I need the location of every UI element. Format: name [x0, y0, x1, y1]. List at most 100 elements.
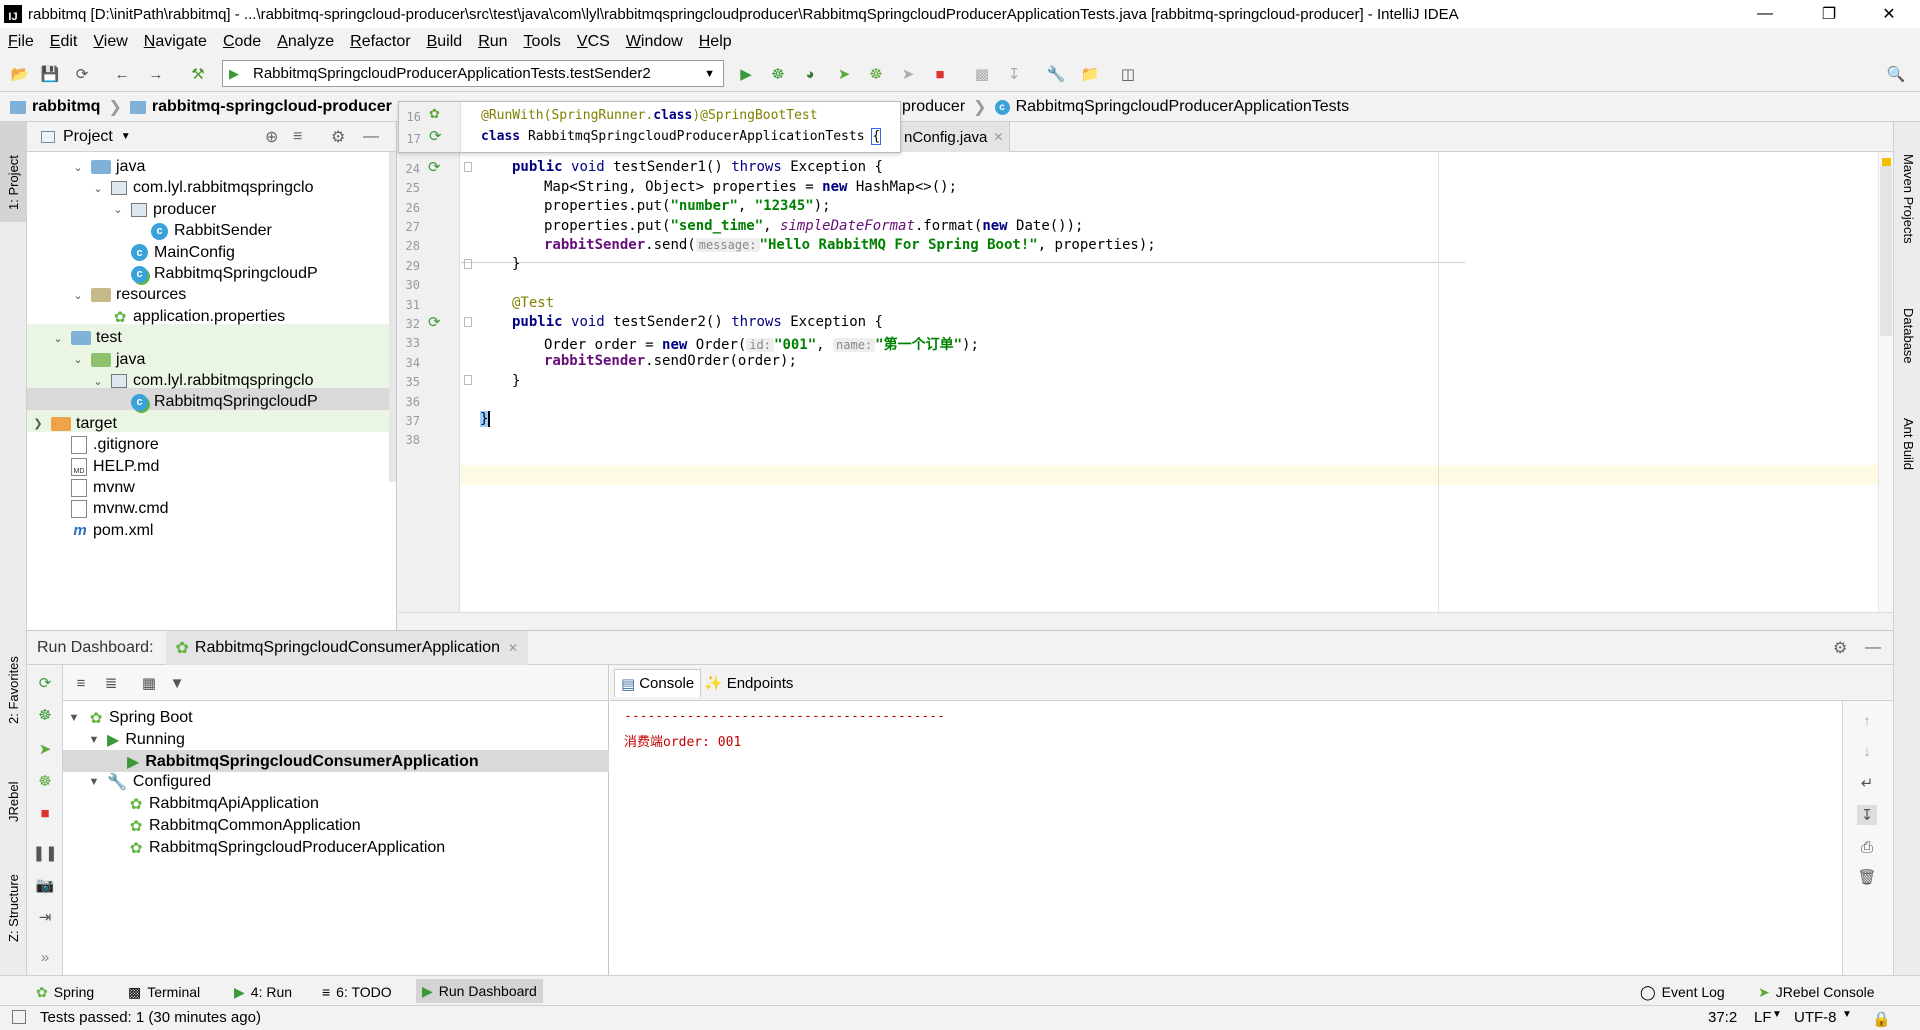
run-dashboard-tab[interactable]: ✿ RabbitmqSpringcloudConsumerApplication…	[165, 630, 529, 665]
code-line-29[interactable]: }	[512, 256, 520, 272]
chevron-down-icon[interactable]: ⌄	[71, 353, 85, 366]
chevron-down-icon[interactable]: ⌄	[71, 289, 85, 302]
jrebel-console-button[interactable]: ➤ JRebel Console	[1758, 981, 1875, 1003]
code-line-28[interactable]: rabbitSender.send(message: "Hello RabbitM…	[544, 237, 1156, 253]
print-icon[interactable]: ⎙	[1857, 837, 1877, 857]
exit-icon[interactable]: ⇥	[35, 907, 55, 927]
run-test-gutter-icon[interactable]: ⟳	[428, 313, 441, 331]
status-message[interactable]: Tests passed: 1 (30 minutes ago)	[40, 1009, 261, 1026]
attach-icon[interactable]: ➤	[898, 64, 918, 84]
download-icon[interactable]: ↧	[1004, 64, 1024, 84]
editor-scroll-thumb[interactable]	[1880, 166, 1892, 336]
code-line-37[interactable]: }	[480, 411, 491, 427]
settings-wrench-icon[interactable]: 🔧	[1046, 64, 1066, 84]
run-tool-button[interactable]: ▶ 4: Run	[234, 981, 292, 1003]
group-icon[interactable]: ▦	[139, 673, 159, 693]
project-view-select[interactable]: Project	[63, 128, 113, 146]
breadcrumb-root[interactable]: rabbitmq	[32, 98, 100, 116]
tab-endpoints[interactable]: ✨ Endpoints	[698, 669, 799, 697]
coverage-icon[interactable]: ◕	[800, 64, 820, 84]
breadcrumb-tail-class[interactable]: RabbitmqSpringcloudProducerApplicationTe…	[1016, 98, 1350, 116]
run-icon[interactable]: ▶	[736, 64, 756, 84]
project-tree-item[interactable]: c RabbitmqSpringcloudP	[111, 389, 318, 415]
project-tree-item[interactable]: m pom.xml	[51, 518, 153, 544]
code-line-32[interactable]: public void testSender2() throws Excepti…	[512, 314, 883, 330]
camera-icon[interactable]: 📷	[35, 875, 55, 895]
jrebel-debug-icon[interactable]: ☸	[866, 64, 886, 84]
tab-console[interactable]: ▤ Console	[614, 669, 702, 697]
sdk-icon[interactable]: ◫	[1118, 64, 1138, 84]
menu-view[interactable]: View	[93, 33, 127, 51]
menu-vcs[interactable]: VCS	[577, 33, 610, 51]
file-encoding[interactable]: UTF-8	[1794, 1009, 1837, 1026]
todo-tool-button[interactable]: ≡ 6: TODO	[322, 981, 392, 1003]
menu-run[interactable]: Run	[478, 33, 507, 51]
breadcrumb-module[interactable]: rabbitmq-springcloud-producer	[152, 98, 392, 116]
chevron-down-icon[interactable]: ⌄	[71, 161, 85, 174]
save-icon[interactable]: 💾	[40, 64, 60, 84]
hide-panel-icon[interactable]: —	[363, 128, 379, 146]
breadcrumb-tail-module[interactable]: producer	[902, 98, 965, 116]
close-tab-icon[interactable]: ✕	[508, 641, 518, 655]
event-log-button[interactable]: ◯ Event Log	[1640, 981, 1725, 1003]
line-separator[interactable]: LF	[1754, 1009, 1772, 1026]
filter-icon[interactable]: ▼	[167, 673, 187, 693]
code-line-31[interactable]: @Test	[512, 295, 554, 311]
expand-all-icon[interactable]: ≡	[71, 673, 91, 693]
chevron-right-icon[interactable]: ❯	[31, 417, 45, 430]
database-stripe-button[interactable]: Database	[1901, 308, 1916, 364]
sync-icon[interactable]: ⟳	[72, 64, 92, 84]
menu-file[interactable]: File	[8, 33, 34, 51]
soft-wrap-icon[interactable]: ↵	[1857, 773, 1877, 793]
collapse-all-icon[interactable]: ≡	[293, 128, 302, 146]
stop-icon[interactable]: ■	[35, 803, 55, 823]
structure-stripe-button[interactable]: Z: Structure	[6, 874, 21, 942]
chevron-down-icon[interactable]: ⌄	[51, 332, 65, 345]
jrebel-stripe-button[interactable]: JRebel	[6, 782, 21, 822]
tool-windows-icon[interactable]	[12, 1010, 26, 1024]
open-folder-icon[interactable]: 📂	[10, 64, 30, 84]
chevron-down-icon[interactable]: ⌄	[91, 182, 105, 195]
code-line-35[interactable]: }	[512, 373, 520, 389]
forward-icon[interactable]: →	[146, 64, 166, 84]
down-arrow-icon[interactable]: ↓	[1857, 741, 1877, 761]
run-test-gutter-icon[interactable]: ⟳	[428, 158, 441, 176]
debug-icon[interactable]: ☸	[768, 64, 788, 84]
menu-window[interactable]: Window	[626, 33, 683, 51]
code-line-34[interactable]: rabbitSender.sendOrder(order);	[544, 353, 797, 369]
run-configuration-select[interactable]: ▶ RabbitmqSpringcloudProducerApplication…	[222, 60, 724, 87]
menu-help[interactable]: Help	[699, 33, 732, 51]
project-stripe-button[interactable]: 1: Project	[0, 122, 26, 222]
back-icon[interactable]: ←	[112, 64, 132, 84]
favorites-stripe-button[interactable]: 2: Favorites	[6, 656, 21, 724]
code-line-26[interactable]: properties.put("number", "12345");	[544, 198, 831, 214]
fold-marker[interactable]	[464, 375, 472, 385]
menu-tools[interactable]: Tools	[524, 33, 561, 51]
run-dashboard-tool-button[interactable]: ▶ Run Dashboard	[416, 979, 543, 1003]
fold-marker[interactable]	[464, 162, 472, 172]
scroll-to-end-icon[interactable]: ↧	[1857, 805, 1877, 825]
collapse-all-icon[interactable]: ≣	[101, 673, 121, 693]
pause-icon[interactable]: ❚❚	[32, 843, 57, 863]
vcs-icon[interactable]: ▩	[972, 64, 992, 84]
menu-refactor[interactable]: Refactor	[350, 33, 410, 51]
jrebel-run-icon[interactable]: ➤	[35, 739, 55, 759]
fold-marker[interactable]	[464, 317, 472, 327]
chevron-down-icon[interactable]: ▼	[121, 131, 131, 142]
menu-code[interactable]: Code	[223, 33, 261, 51]
editor-tab-mainconfig[interactable]: nConfig.java ✕	[898, 122, 1011, 152]
lock-icon[interactable]: 🔒	[1872, 1010, 1891, 1028]
chevron-down-icon[interactable]: ⌄	[91, 375, 105, 388]
maven-projects-stripe-button[interactable]: Maven Projects	[1901, 154, 1916, 244]
build-hammer-icon[interactable]: ⚒	[188, 64, 208, 84]
minimize-button[interactable]: —	[1742, 0, 1788, 28]
caret-position[interactable]: 37:2	[1708, 1009, 1737, 1026]
rerun-icon[interactable]: ⟳	[35, 673, 55, 693]
spring-tool-button[interactable]: ✿ Spring	[36, 981, 94, 1003]
fold-marker[interactable]	[464, 259, 472, 269]
code-line-25[interactable]: Map<String, Object> properties = new Has…	[544, 179, 957, 195]
ant-build-stripe-button[interactable]: Ant Build	[1901, 418, 1916, 470]
debug-icon[interactable]: ☸	[35, 705, 55, 725]
more-icon[interactable]: »	[35, 947, 55, 967]
project-structure-icon[interactable]: 📁	[1080, 64, 1100, 84]
